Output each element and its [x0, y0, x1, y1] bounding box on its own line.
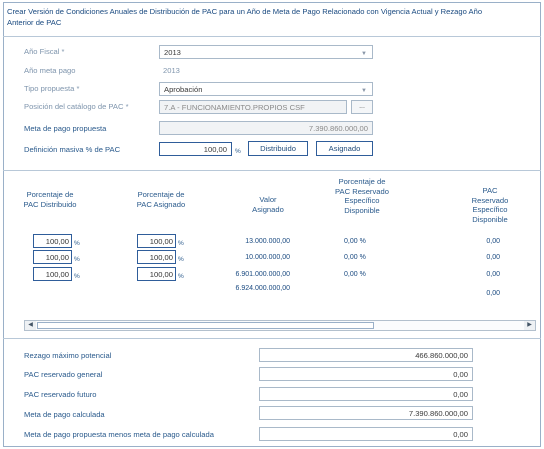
- row1-pct-reservado: 0,00 %: [344, 238, 366, 245]
- header-pct-asignado: Porcentaje de PAC Asignado: [136, 190, 186, 209]
- row1-pct-distribuido-input[interactable]: 100,00: [33, 234, 72, 248]
- distribuido-button[interactable]: Distribuido: [248, 141, 308, 156]
- rezago-field: 466.860.000,00: [259, 348, 473, 362]
- row3-pct-reservado: 0,00 %: [344, 271, 366, 278]
- row1-pct-distribuido-unit: %: [74, 240, 80, 247]
- chevron-down-icon: ▼: [361, 88, 367, 94]
- row2-pct-asignado-unit: %: [178, 256, 184, 263]
- meta-pago-label: Meta de pago propuesta: [24, 124, 107, 133]
- title-divider: [3, 36, 541, 37]
- row2-pac-reservado: 0,00: [486, 254, 500, 261]
- row3-pac-reservado: 0,00: [486, 271, 500, 278]
- row2-pct-asignado-input[interactable]: 100,00: [137, 250, 176, 264]
- row3-pct-asignado-unit: %: [178, 273, 184, 280]
- posicion-label: Posición del catálogo de PAC *: [24, 102, 129, 111]
- scroll-left-icon[interactable]: ◀: [25, 321, 36, 330]
- chevron-down-icon: ▼: [361, 51, 367, 57]
- row3-valor: 6.901.000.000,00: [235, 271, 291, 278]
- posicion-field[interactable]: 7.A - FUNCIONAMIENTO.PROPIOS CSF: [159, 100, 347, 114]
- page-title: Crear Versión de Condiciones Anuales de …: [7, 7, 483, 27]
- scroll-right-icon[interactable]: ▶: [524, 321, 535, 330]
- header-pct-distribuido: Porcentaje de PAC Distribuido: [23, 190, 77, 209]
- row2-pct-reservado: 0,00 %: [344, 254, 366, 261]
- row2-pct-distribuido-unit: %: [74, 256, 80, 263]
- tipo-propuesta-value: Aprobación: [164, 85, 203, 94]
- header-pct-reservado: Porcentaje de PAC Reservado Específico D…: [335, 177, 389, 215]
- diferencia-label: Meta de pago propuesta menos meta de pag…: [24, 430, 214, 439]
- total-pac-reservado: 0,00: [486, 290, 500, 297]
- summary-divider: [3, 338, 541, 339]
- total-valor: 6.924.000.000,00: [235, 285, 291, 292]
- row1-valor: 13.000.000,00: [245, 238, 290, 245]
- rezago-label: Rezago máximo potencial: [24, 351, 112, 360]
- definicion-input[interactable]: 100,00: [159, 142, 232, 156]
- diferencia-field: 0,00: [259, 427, 473, 441]
- anio-meta-value: 2013: [163, 66, 180, 75]
- pac-futuro-label: PAC reservado futuro: [24, 390, 97, 399]
- tipo-propuesta-select[interactable]: Aprobación ▼: [159, 82, 373, 96]
- row1-pct-asignado-input[interactable]: 100,00: [137, 234, 176, 248]
- definicion-unit: %: [235, 148, 241, 155]
- row3-pct-asignado-input[interactable]: 100,00: [137, 267, 176, 281]
- scroll-thumb[interactable]: [37, 322, 374, 329]
- row1-pct-asignado-unit: %: [178, 240, 184, 247]
- row2-valor: 10.000.000,00: [245, 254, 290, 261]
- pac-general-field: 0,00: [259, 367, 473, 381]
- anio-meta-label: Año meta pago: [24, 66, 76, 75]
- header-pac-reservado: PAC Reservado Específico Disponible: [471, 186, 509, 224]
- row3-pct-distribuido-unit: %: [74, 273, 80, 280]
- pac-futuro-field: 0,00: [259, 387, 473, 401]
- row1-pac-reservado: 0,00: [486, 238, 500, 245]
- asignado-button[interactable]: Asignado: [316, 141, 373, 156]
- pac-general-label: PAC reservado general: [24, 370, 103, 379]
- definicion-label: Definición masiva % de PAC: [24, 145, 121, 154]
- anio-fiscal-value: 2013: [164, 48, 181, 57]
- meta-pago-field: 7.390.860.000,00: [159, 121, 373, 135]
- tipo-propuesta-label: Tipo propuesta *: [24, 84, 80, 93]
- row3-pct-distribuido-input[interactable]: 100,00: [33, 267, 72, 281]
- meta-calc-label: Meta de pago calculada: [24, 410, 105, 419]
- horizontal-scrollbar[interactable]: ◀ ▶: [24, 320, 536, 331]
- anio-fiscal-label: Año Fiscal *: [24, 47, 65, 56]
- header-valor-asignado: Valor Asignado: [252, 195, 284, 214]
- anio-fiscal-select[interactable]: 2013 ▼: [159, 45, 373, 59]
- row2-pct-distribuido-input[interactable]: 100,00: [33, 250, 72, 264]
- posicion-lookup-button[interactable]: ...: [351, 100, 373, 114]
- section-divider: [3, 170, 541, 171]
- meta-calc-field: 7.390.860.000,00: [259, 406, 473, 420]
